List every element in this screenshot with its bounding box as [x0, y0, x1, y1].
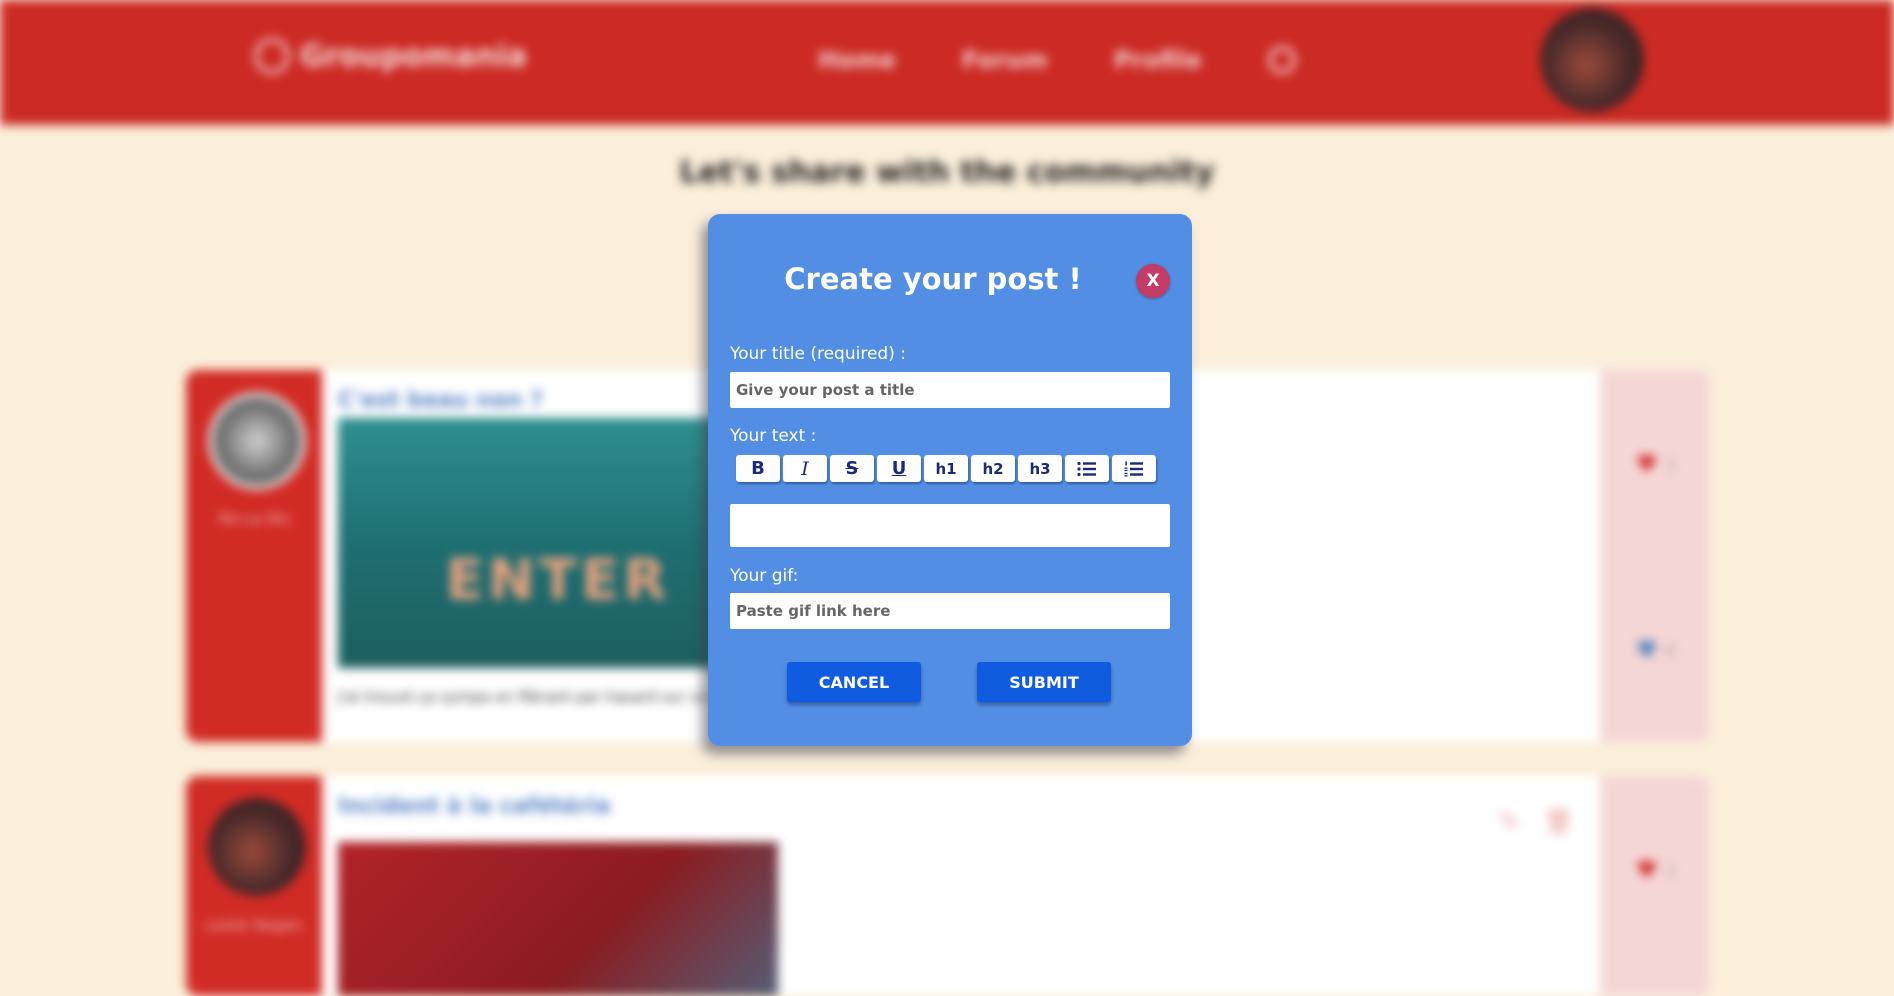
- globe-icon: [254, 38, 290, 74]
- bullet-list-icon: [1077, 461, 1096, 476]
- underline-icon: U: [891, 458, 907, 479]
- like-button[interactable]: ♥ 1: [1636, 450, 1676, 478]
- ordered-list-button[interactable]: [1112, 455, 1156, 482]
- italic-icon: I: [801, 457, 809, 480]
- underline-button[interactable]: U: [877, 455, 921, 482]
- create-post-modal: Create your post ! X Your title (require…: [708, 214, 1192, 746]
- author-avatar: [208, 798, 306, 896]
- title-input[interactable]: [730, 372, 1170, 408]
- ordered-list-icon: [1124, 461, 1143, 476]
- italic-button[interactable]: I: [783, 455, 827, 482]
- author-avatar: [208, 392, 306, 490]
- h2-button[interactable]: h2: [971, 455, 1015, 482]
- post-title[interactable]: Incident à la cafétéria: [338, 794, 611, 819]
- broken-heart-icon: ♥: [1636, 636, 1658, 664]
- dislike-count: 0: [1665, 640, 1676, 660]
- power-icon[interactable]: [1267, 46, 1296, 74]
- main-nav: Home Forum Profile: [818, 46, 1296, 74]
- h3-label: h3: [1029, 459, 1051, 478]
- title-label: Your title (required) :: [730, 344, 906, 364]
- brand-name: Groupomania: [300, 38, 527, 74]
- strike-button[interactable]: S: [830, 455, 874, 482]
- h1-label: h1: [935, 459, 957, 478]
- h1-button[interactable]: h1: [924, 455, 968, 482]
- like-count: 1: [1665, 860, 1676, 880]
- author-name: Mo Le Mo: [218, 510, 290, 528]
- submit-button[interactable]: SUBMIT: [977, 662, 1111, 702]
- bold-button[interactable]: B: [736, 455, 780, 482]
- heart-icon: ♥: [1636, 856, 1658, 884]
- post-gif: [338, 842, 778, 996]
- page-heading: Let's share with the community: [679, 155, 1215, 190]
- text-label: Your text :: [730, 426, 817, 446]
- dislike-button[interactable]: ♥ 0: [1636, 636, 1676, 664]
- h2-label: h2: [982, 459, 1004, 478]
- like-button[interactable]: ♥ 1: [1636, 856, 1676, 884]
- nav-home[interactable]: Home: [818, 46, 896, 74]
- post-title[interactable]: C'est beau non ?: [338, 388, 543, 413]
- nav-forum[interactable]: Forum: [962, 46, 1048, 74]
- like-count: 1: [1665, 454, 1676, 474]
- nav-profile[interactable]: Profile: [1114, 46, 1202, 74]
- cancel-button[interactable]: CANCEL: [787, 662, 921, 702]
- post-text: J'ai trouvé ça sympa en flânant par hasa…: [338, 688, 740, 706]
- gif-input[interactable]: [730, 593, 1170, 629]
- user-avatar[interactable]: [1540, 8, 1644, 112]
- bullet-list-button[interactable]: [1065, 455, 1109, 482]
- strikethrough-icon: S: [845, 458, 859, 479]
- modal-title: Create your post !: [784, 262, 1082, 296]
- post-card: Leslie Nagan Incident à la cafétéria ✎ 🗑…: [186, 776, 1710, 996]
- post-author-panel: Leslie Nagan: [186, 776, 322, 996]
- heart-icon: ♥: [1636, 450, 1658, 478]
- h3-button[interactable]: h3: [1018, 455, 1062, 482]
- author-name: Leslie Nagan: [205, 916, 303, 934]
- site-header: Groupomania Home Forum Profile: [0, 0, 1894, 125]
- trash-icon[interactable]: 🗑: [1544, 808, 1574, 836]
- gif-label: Your gif:: [730, 566, 799, 586]
- post-author-panel: Mo Le Mo: [186, 370, 322, 742]
- editor-toolbar: B I S U h1 h2 h3: [736, 455, 1156, 482]
- text-editor[interactable]: [730, 504, 1170, 547]
- reaction-panel: ♥ 1: [1600, 776, 1710, 996]
- close-button[interactable]: X: [1136, 264, 1170, 298]
- edit-icon[interactable]: ✎: [1499, 808, 1519, 836]
- reaction-panel: ♥ 1 ♥ 0: [1600, 370, 1710, 742]
- brand-logo[interactable]: Groupomania: [254, 38, 527, 74]
- post-actions: ✎ 🗑: [1499, 808, 1574, 836]
- bold-icon: B: [751, 458, 765, 479]
